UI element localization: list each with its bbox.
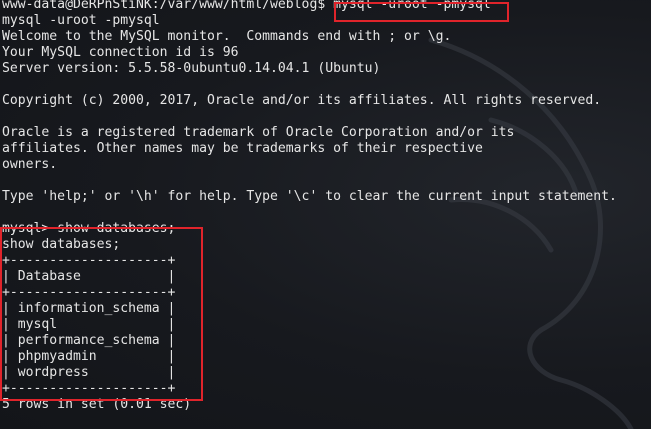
highlight-box-mysql-login-command [334, 2, 509, 22]
terminal-line: Server version: 5.5.58-0ubuntu0.14.04.1 … [2, 61, 381, 76]
terminal-line: www-data@DeRPnStiNK:/var/www/html/weblog… [2, 0, 491, 12]
highlight-box-show-databases-output [0, 227, 203, 401]
terminal-line: Your MySQL connection id is 96 [2, 45, 239, 60]
terminal-window[interactable]: www-data@DeRPnStiNK:/var/www/html/weblog… [0, 0, 651, 429]
terminal-line: owners. [2, 157, 58, 172]
terminal-line: Type 'help;' or '\h' for help. Type '\c'… [2, 189, 617, 204]
terminal-line: Copyright (c) 2000, 2017, Oracle and/or … [2, 93, 602, 108]
terminal-line: affiliates. Other names may be trademark… [2, 141, 483, 156]
terminal-line: Welcome to the MySQL monitor. Commands e… [2, 29, 452, 44]
terminal-line: Oracle is a registered trademark of Orac… [2, 125, 515, 140]
terminal-line: mysql -uroot -pmysql [2, 13, 160, 28]
